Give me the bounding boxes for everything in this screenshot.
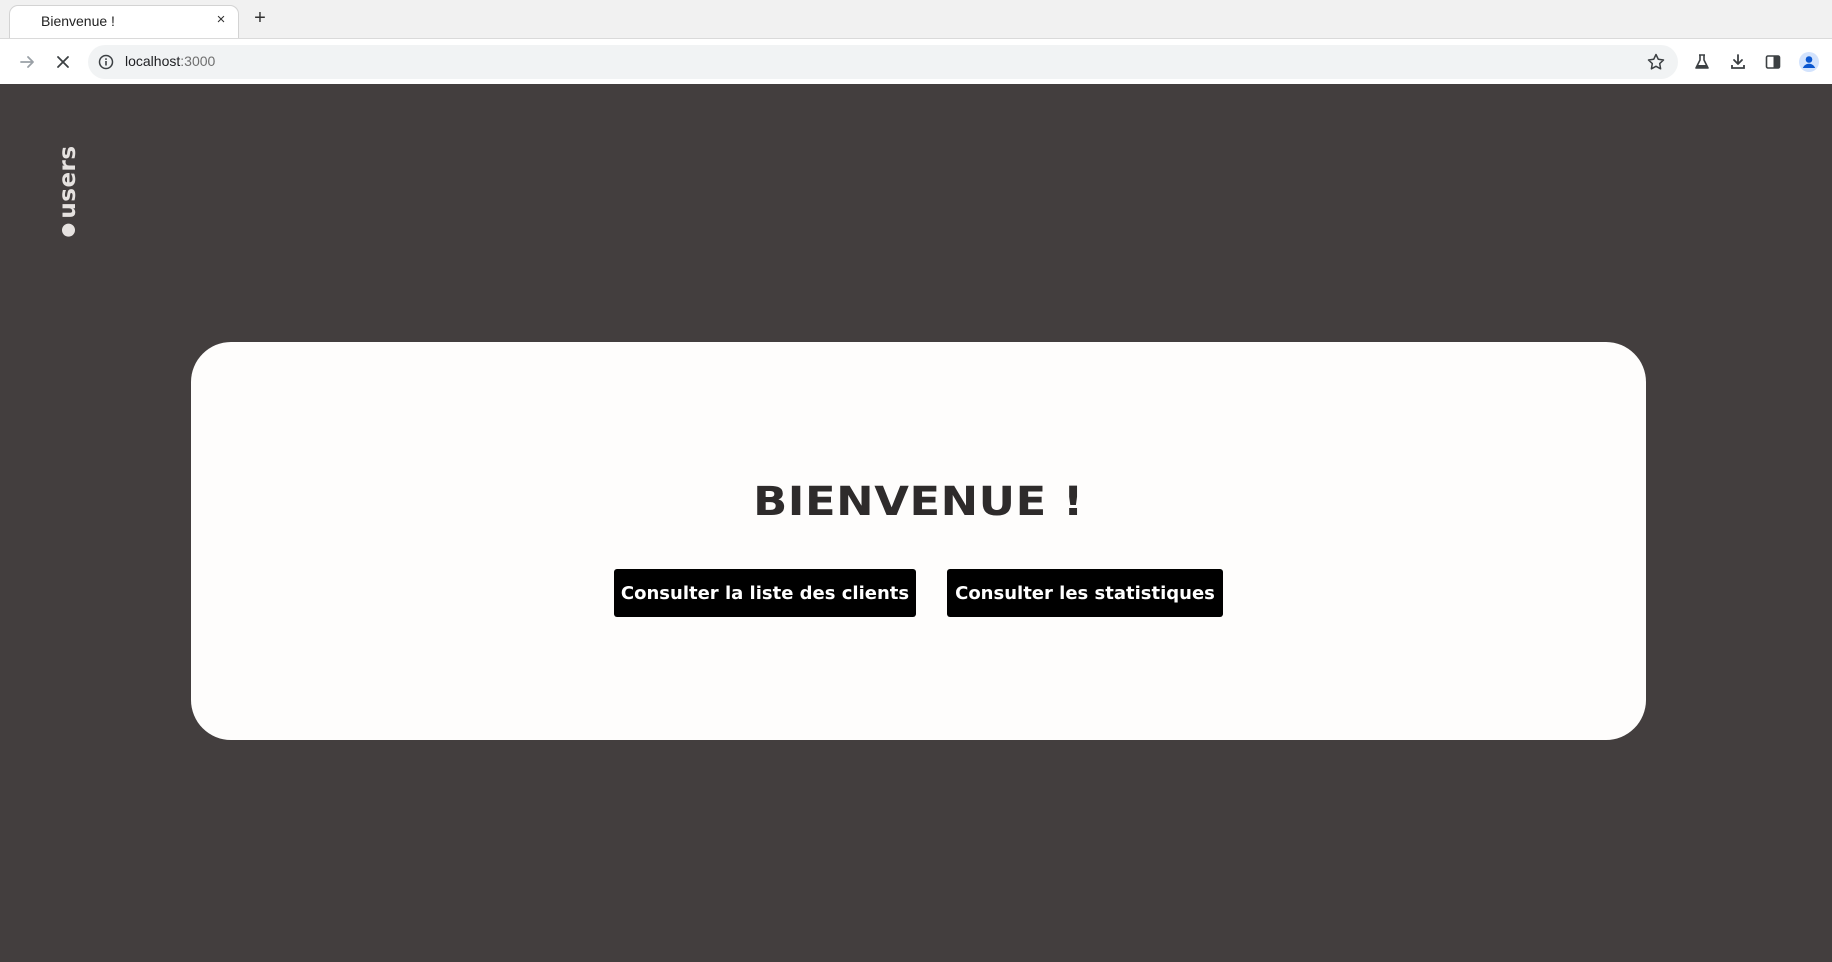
side-panel-icon[interactable] xyxy=(1761,50,1785,74)
labs-flask-icon[interactable] xyxy=(1690,50,1714,74)
tab-close-icon[interactable]: × xyxy=(212,11,230,29)
download-icon[interactable] xyxy=(1726,50,1750,74)
tab-strip: Bienvenue ! × + xyxy=(0,0,1832,38)
side-logo[interactable]: users xyxy=(52,136,84,246)
statistics-button[interactable]: Consulter les statistiques xyxy=(947,569,1223,617)
url-text: localhost:3000 xyxy=(125,53,215,69)
tab-title: Bienvenue ! xyxy=(41,13,115,29)
page-title: BIENVENUE ! xyxy=(753,479,1084,525)
logo-dot-icon xyxy=(61,223,75,237)
welcome-card: BIENVENUE ! Consulter la liste des clien… xyxy=(191,342,1646,740)
side-logo-wordmark: users xyxy=(55,145,81,237)
new-tab-button[interactable]: + xyxy=(249,7,271,29)
browser-toolbar: localhost:3000 xyxy=(0,38,1832,84)
browser-tab[interactable]: Bienvenue ! × xyxy=(9,5,239,38)
stop-loading-icon[interactable] xyxy=(51,50,75,74)
forward-icon[interactable] xyxy=(15,50,39,74)
page-body: users BIENVENUE ! Consulter la liste des… xyxy=(0,84,1832,962)
address-bar[interactable]: localhost:3000 xyxy=(88,45,1678,79)
logo-text: users xyxy=(55,145,81,219)
profile-avatar-icon[interactable] xyxy=(1797,50,1821,74)
bookmark-star-icon[interactable] xyxy=(1646,52,1666,72)
url-host: localhost xyxy=(125,53,181,69)
clients-list-button[interactable]: Consulter la liste des clients xyxy=(614,569,916,617)
site-info-icon[interactable] xyxy=(97,53,115,71)
url-port: :3000 xyxy=(180,53,216,69)
